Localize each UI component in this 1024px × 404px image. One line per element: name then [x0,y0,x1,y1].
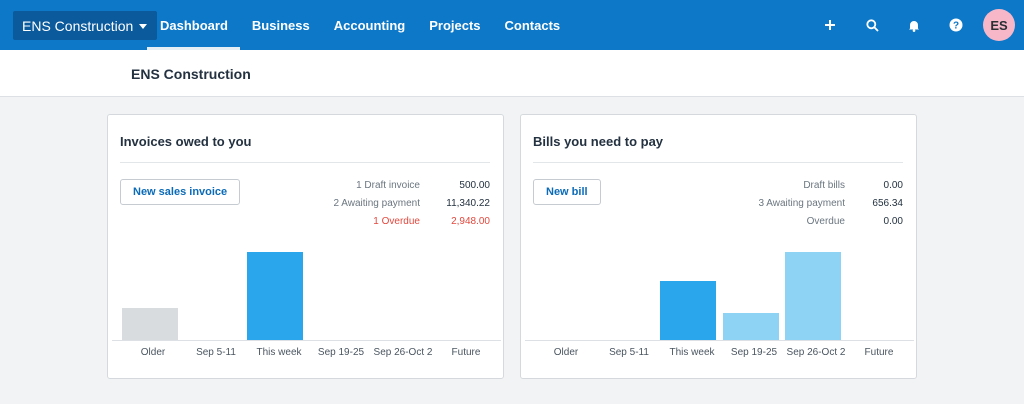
new-sales-invoice-button[interactable]: New sales invoice [120,179,241,205]
summary-row-awaiting[interactable]: 3 Awaiting payment 656.34 [758,197,903,215]
bills-card: Bills you need to pay New bill Draft bil… [520,114,917,379]
category-label: Future [864,347,894,358]
chart-bar[interactable] [122,308,179,340]
top-nav-bar: ENS Construction Dashboard Business Acco… [0,0,1024,50]
bills-summary: Draft bills 0.00 3 Awaiting payment 656.… [758,179,903,233]
nav-accounting[interactable]: Accounting [322,0,418,50]
org-name: ENS Construction [22,17,134,34]
summary-label: 3 Awaiting payment [758,198,845,209]
invoices-card-title[interactable]: Invoices owed to you [120,134,251,149]
summary-label: 2 Awaiting payment [333,198,420,209]
summary-value: 2,948.00 [451,216,490,227]
category-label: This week [256,347,302,358]
category-label: Sep 26-Oct 2 [786,347,846,358]
card-divider [533,162,903,163]
category-label: This week [669,347,715,358]
search-icon[interactable] [859,12,885,38]
summary-value: 11,340.22 [446,198,490,209]
help-icon[interactable]: ? [943,12,969,38]
chart-baseline [525,340,914,341]
page-header: ENS Construction [0,50,1024,97]
org-switcher[interactable]: ENS Construction [13,11,158,40]
category-label: Sep 19-25 [730,347,778,358]
category-label: Older [140,347,166,358]
summary-row-overdue[interactable]: 1 Overdue 2,948.00 [333,215,490,233]
summary-value: 0.00 [883,180,903,191]
svg-text:?: ? [953,21,959,32]
invoices-summary: 1 Draft invoice 500.00 2 Awaiting paymen… [333,179,490,233]
summary-row-awaiting[interactable]: 2 Awaiting payment 11,340.22 [333,197,490,215]
bell-icon[interactable] [901,12,927,38]
nav-dashboard[interactable]: Dashboard [147,0,240,50]
summary-value: 0.00 [883,216,903,227]
chart-baseline [112,340,501,341]
category-label: Sep 19-25 [317,347,365,358]
bills-card-title[interactable]: Bills you need to pay [533,134,663,149]
nav-contacts[interactable]: Contacts [493,0,573,50]
page-title: ENS Construction [131,66,251,82]
invoices-chart-categories: Older Sep 5-11 This week Sep 19-25 Sep 2… [112,347,501,361]
chart-bar[interactable] [247,252,304,340]
category-label: Sep 5-11 [609,347,649,358]
card-divider [120,162,490,163]
summary-label: 1 Draft invoice [356,180,420,191]
summary-value: 656.34 [872,198,903,209]
avatar[interactable]: ES [983,9,1015,41]
category-label: Older [553,347,579,358]
nav-projects[interactable]: Projects [417,0,492,50]
new-bill-button[interactable]: New bill [533,179,601,205]
summary-row-draft[interactable]: 1 Draft invoice 500.00 [333,179,490,197]
bills-chart [525,233,914,343]
chart-bar[interactable] [785,252,842,340]
invoices-card: Invoices owed to you New sales invoice 1… [107,114,504,379]
chart-bar[interactable] [722,313,779,340]
main-nav: Dashboard Business Accounting Projects C… [147,0,572,50]
summary-value: 500.00 [459,180,490,191]
summary-label: Overdue [806,216,845,227]
plus-icon[interactable] [817,12,843,38]
category-label: Future [451,347,481,358]
summary-label: 1 Overdue [373,216,420,227]
bills-chart-categories: Older Sep 5-11 This week Sep 19-25 Sep 2… [525,347,914,361]
invoices-chart [112,233,501,343]
summary-row-overdue[interactable]: Overdue 0.00 [758,215,903,233]
category-label: Sep 26-Oct 2 [373,347,433,358]
nav-business[interactable]: Business [240,0,322,50]
summary-label: Draft bills [803,180,845,191]
category-label: Sep 5-11 [196,347,236,358]
summary-row-draft[interactable]: Draft bills 0.00 [758,179,903,197]
chart-bar[interactable] [660,281,717,340]
